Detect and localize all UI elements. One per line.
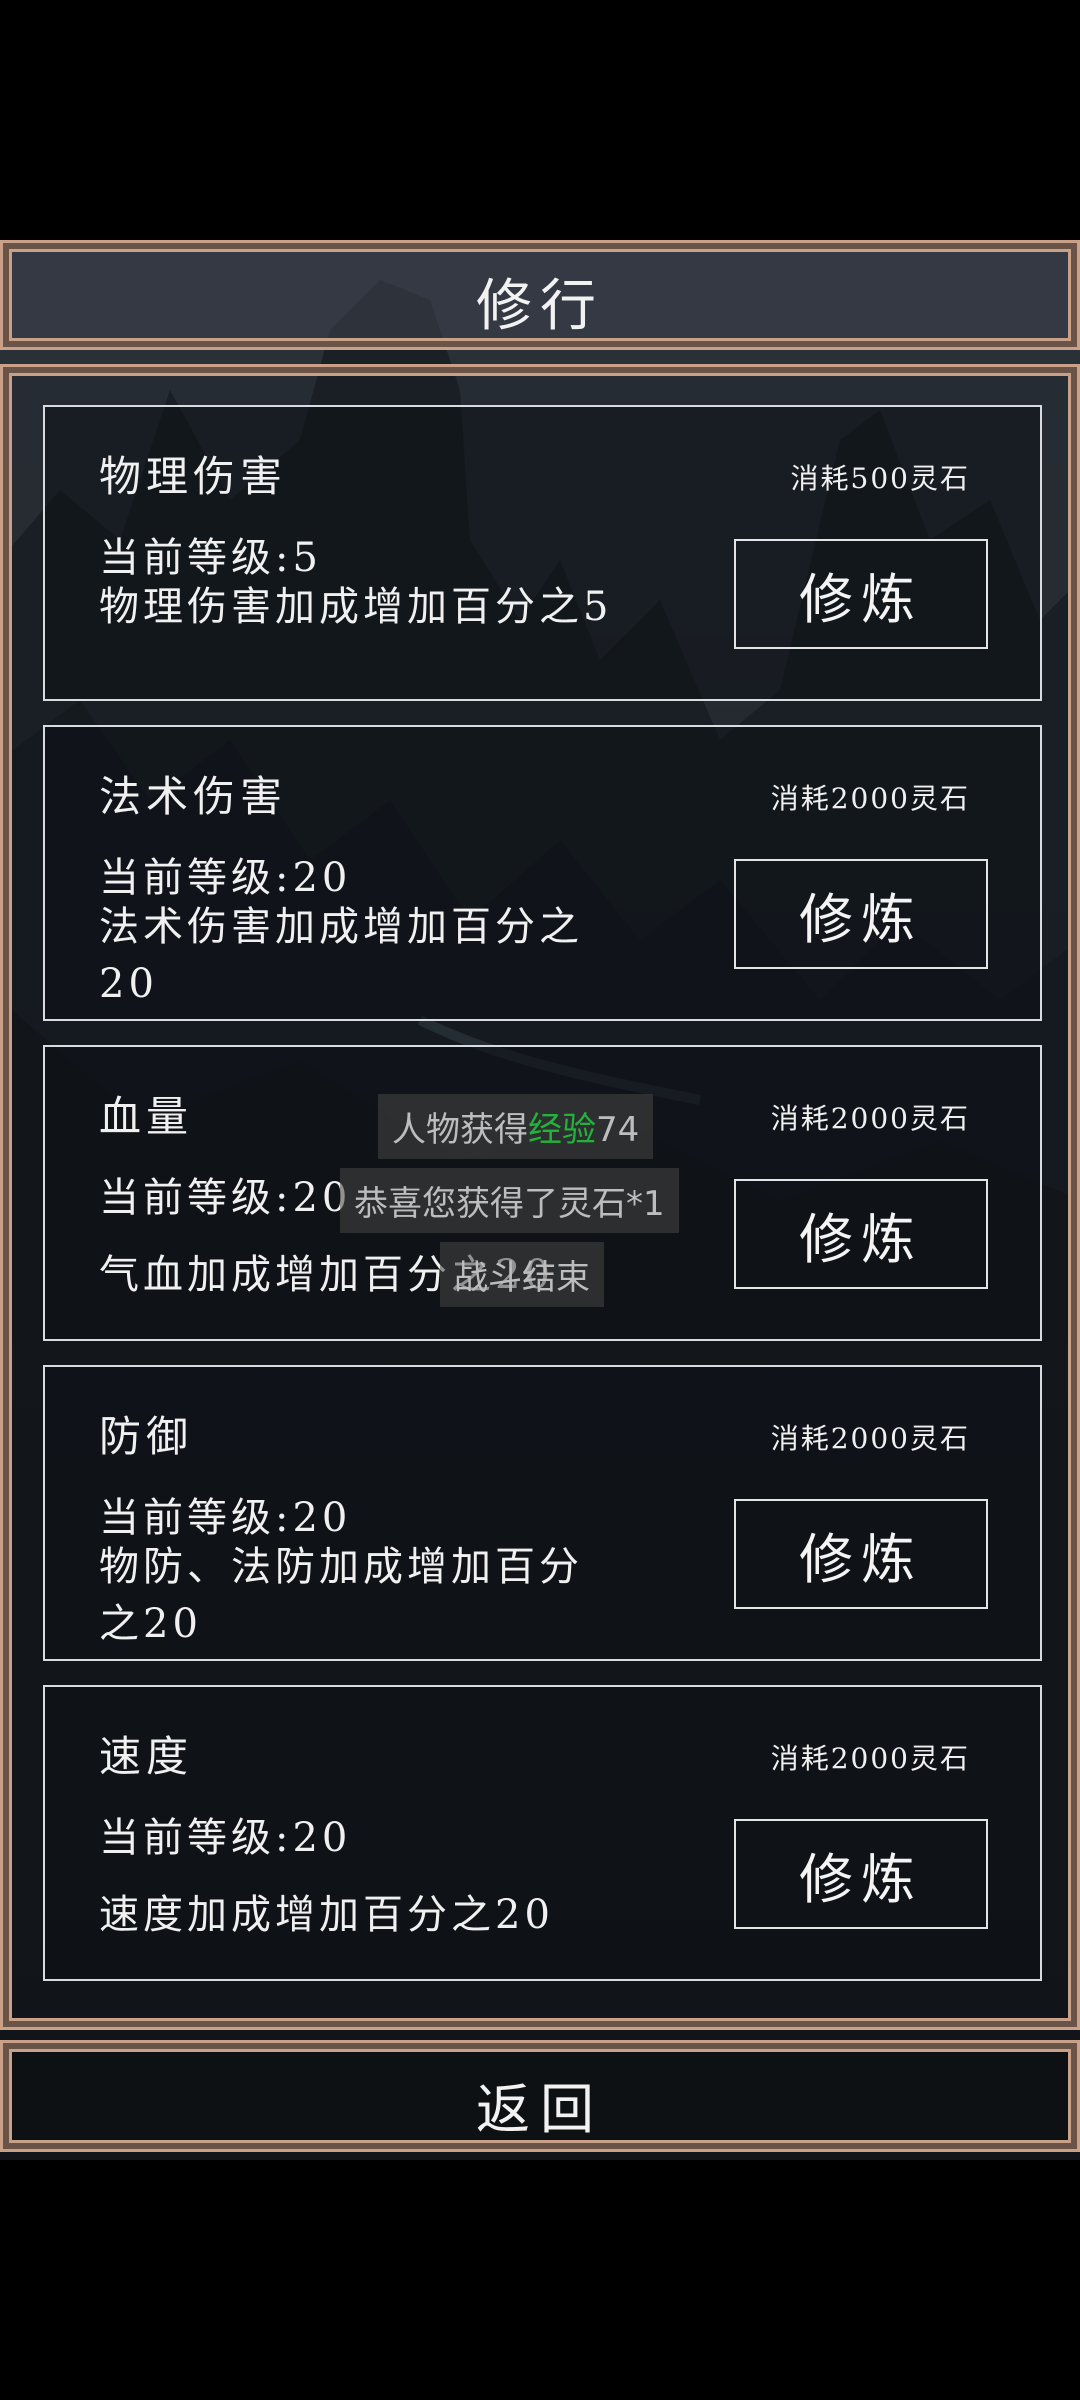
card-level: 当前等级:20 [99, 1815, 352, 1861]
battle-end-toast: 战斗结束 [440, 1242, 604, 1307]
exp-toast: 人物获得经验74 [378, 1094, 654, 1159]
card-cost: 消耗2000灵石 [770, 1742, 970, 1775]
back-bar: 返回 [0, 2040, 1080, 2152]
card-level: 当前等级:20 [99, 1175, 352, 1221]
card-title: 速度 [99, 1732, 194, 1781]
card-description: 气血加成增加百分之20 [99, 1252, 554, 1298]
back-button[interactable]: 返回 [3, 2065, 1077, 2144]
exp-toast-highlight: 经验 [528, 1110, 596, 1150]
card-description: 法术伤害加成增加百分之20 [99, 904, 583, 1007]
card-title: 血量 [99, 1092, 194, 1141]
cultivate-button[interactable]: 修炼 [734, 1179, 988, 1289]
cultivate-button[interactable]: 修炼 [734, 859, 988, 969]
page-title: 修行 [476, 274, 604, 339]
stone-reward-toast: 恭喜您获得了灵石*1 [340, 1168, 679, 1233]
exp-toast-prefix: 人物获得 [392, 1110, 528, 1150]
card-cost: 消耗2000灵石 [770, 782, 970, 815]
cultivation-card-speed: 速度 消耗2000灵石 当前等级:20 速度加成增加百分之20 修炼 [43, 1685, 1042, 1981]
card-cost: 消耗2000灵石 [770, 1422, 970, 1455]
card-level: 当前等级:20 [99, 855, 352, 901]
cultivate-button[interactable]: 修炼 [734, 539, 988, 649]
card-level: 当前等级:5 [99, 535, 322, 581]
cultivation-card-defense: 防御 消耗2000灵石 当前等级:20 物防、法防加成增加百分之20 修炼 [43, 1365, 1042, 1661]
card-description: 物理伤害加成增加百分之5 [99, 584, 613, 630]
game-screen: 修行 物理伤害 消耗500灵石 当前等级:5 物理伤害加成增加百分之5 修炼 法… [0, 0, 1080, 2400]
cultivate-button[interactable]: 修炼 [734, 1499, 988, 1609]
card-level: 当前等级:20 [99, 1495, 352, 1541]
card-title: 防御 [99, 1412, 194, 1461]
card-title: 法术伤害 [99, 772, 288, 821]
card-cost: 消耗500灵石 [790, 462, 970, 495]
card-description: 物防、法防加成增加百分之20 [99, 1544, 583, 1647]
cultivate-button[interactable]: 修炼 [734, 1819, 988, 1929]
cultivation-card-physical-damage: 物理伤害 消耗500灵石 当前等级:5 物理伤害加成增加百分之5 修炼 [43, 405, 1042, 701]
exp-toast-value: 74 [596, 1110, 640, 1150]
title-bar: 修行 [0, 240, 1080, 350]
card-description: 速度加成增加百分之20 [99, 1892, 554, 1938]
card-title: 物理伤害 [99, 452, 288, 501]
cultivation-card-magic-damage: 法术伤害 消耗2000灵石 当前等级:20 法术伤害加成增加百分之20 修炼 [43, 725, 1042, 1021]
card-cost: 消耗2000灵石 [770, 1102, 970, 1135]
